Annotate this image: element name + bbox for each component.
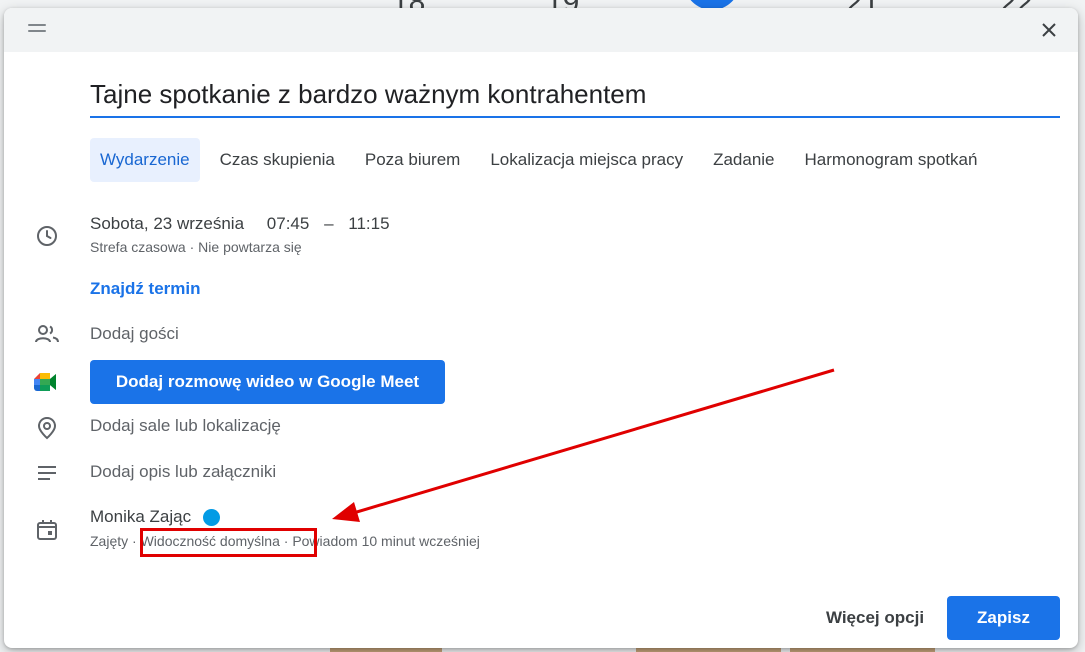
datetime-row: Sobota, 23 września 07:45 – 11:15 [90, 214, 390, 234]
start-time[interactable]: 07:45 [267, 214, 310, 233]
add-google-meet-button[interactable]: Dodaj rozmowę wideo w Google Meet [90, 360, 445, 404]
location-pin-icon [34, 415, 60, 441]
title-field[interactable] [90, 74, 1060, 118]
add-description-field[interactable]: Dodaj opis lub załączniki [90, 462, 276, 482]
tab-event[interactable]: Wydarzenie [90, 138, 200, 182]
notification-select[interactable]: Powiadom 10 minut wcześniej [292, 533, 480, 549]
event-type-tabs: Wydarzenie Czas skupienia Poza biurem Lo… [90, 138, 997, 182]
calendar-icon [34, 517, 60, 543]
end-time[interactable]: 11:15 [348, 214, 389, 233]
people-icon [34, 321, 60, 347]
more-options-button[interactable]: Więcej opcji [814, 596, 936, 640]
recurrence-select[interactable]: Nie powtarza się [198, 239, 302, 255]
date-picker[interactable]: Sobota, 23 września [90, 214, 244, 233]
event-title-input[interactable] [90, 74, 1060, 114]
drag-handle-icon[interactable] [28, 24, 46, 34]
event-create-dialog: Wydarzenie Czas skupienia Poza biurem Lo… [4, 8, 1078, 648]
clock-icon [34, 223, 60, 249]
close-icon [1042, 23, 1056, 37]
dialog-header [4, 8, 1078, 52]
calendar-color-dot[interactable] [203, 508, 221, 526]
time-separator: – [324, 214, 334, 233]
add-location-field[interactable]: Dodaj sale lub lokalizację [90, 416, 281, 436]
tab-out-of-office[interactable]: Poza biurem [355, 138, 470, 182]
annotation-highlight-box [140, 528, 317, 557]
notes-icon [34, 460, 60, 486]
find-time-link[interactable]: Znajdź termin [90, 279, 201, 299]
add-guests-field[interactable]: Dodaj gości [90, 324, 179, 344]
calendar-owner-row[interactable]: Monika Zając [90, 507, 221, 527]
save-button[interactable]: Zapisz [947, 596, 1060, 640]
tab-focus-time[interactable]: Czas skupienia [210, 138, 345, 182]
close-button[interactable] [1034, 15, 1064, 45]
tab-working-location[interactable]: Lokalizacja miejsca pracy [480, 138, 693, 182]
calendar-owner-name: Monika Zając [90, 507, 192, 526]
tab-appointment-schedule[interactable]: Harmonogram spotkań [795, 138, 988, 182]
google-meet-icon [34, 369, 60, 395]
availability-select[interactable]: Zajęty [90, 533, 128, 549]
tab-task[interactable]: Zadanie [703, 138, 784, 182]
dot-separator: · [189, 239, 199, 255]
timezone-link[interactable]: Strefa czasowa [90, 239, 186, 255]
timezone-row: Strefa czasowa · Nie powtarza się [90, 239, 302, 255]
